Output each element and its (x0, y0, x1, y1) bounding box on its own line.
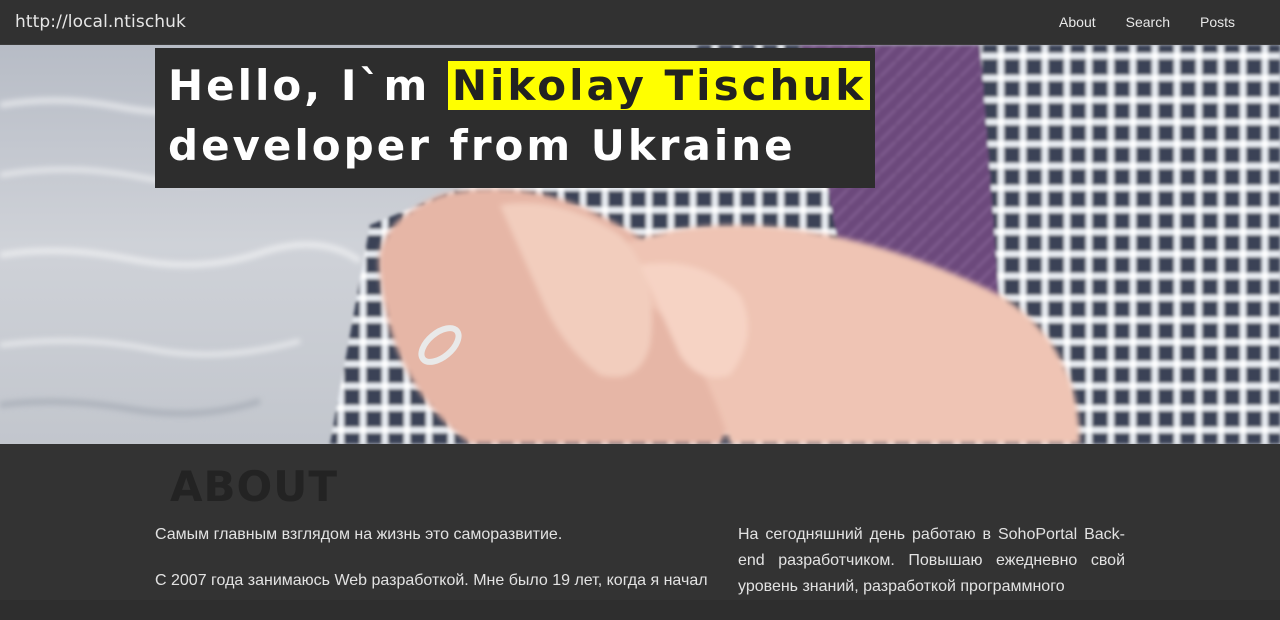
nav-link-search[interactable]: Search (1111, 0, 1185, 45)
about-left-column: Самым главным взглядом на жизнь это само… (155, 522, 710, 614)
hero-banner: Hello, I`m Nikolay Tischuk developer fro… (0, 45, 1280, 444)
about-paragraph: Самым главным взглядом на жизнь это само… (155, 526, 563, 543)
about-heading: ABOUT (170, 462, 338, 511)
hero-title-box: Hello, I`m Nikolay Tischuk developer fro… (155, 48, 875, 188)
about-section: ABOUT Самым главным взглядом на жизнь эт… (0, 444, 1280, 600)
hero-title-line-2: developer from Ukraine (168, 121, 796, 170)
about-right-column: На сегодняшний день работаю в SohoPortal… (738, 522, 1125, 620)
nav-links: About Search Posts (1044, 0, 1250, 45)
navbar: http://local.ntischuk About Search Posts (0, 0, 1280, 45)
about-paragraph: С 2007 года занимаюсь Web разработкой. М… (155, 572, 708, 589)
about-paragraph: На сегодняшний день работаю в SohoPortal… (738, 526, 1125, 595)
hero-name-highlight: Nikolay Tischuk (447, 61, 871, 110)
nav-link-about[interactable]: About (1044, 0, 1111, 45)
hero-title-line-1: Hello, I`m Nikolay Tischuk (168, 56, 871, 116)
nav-link-posts[interactable]: Posts (1185, 0, 1250, 45)
hero-greeting: Hello, I`m (168, 61, 448, 110)
site-brand-link[interactable]: http://local.ntischuk (15, 12, 186, 32)
